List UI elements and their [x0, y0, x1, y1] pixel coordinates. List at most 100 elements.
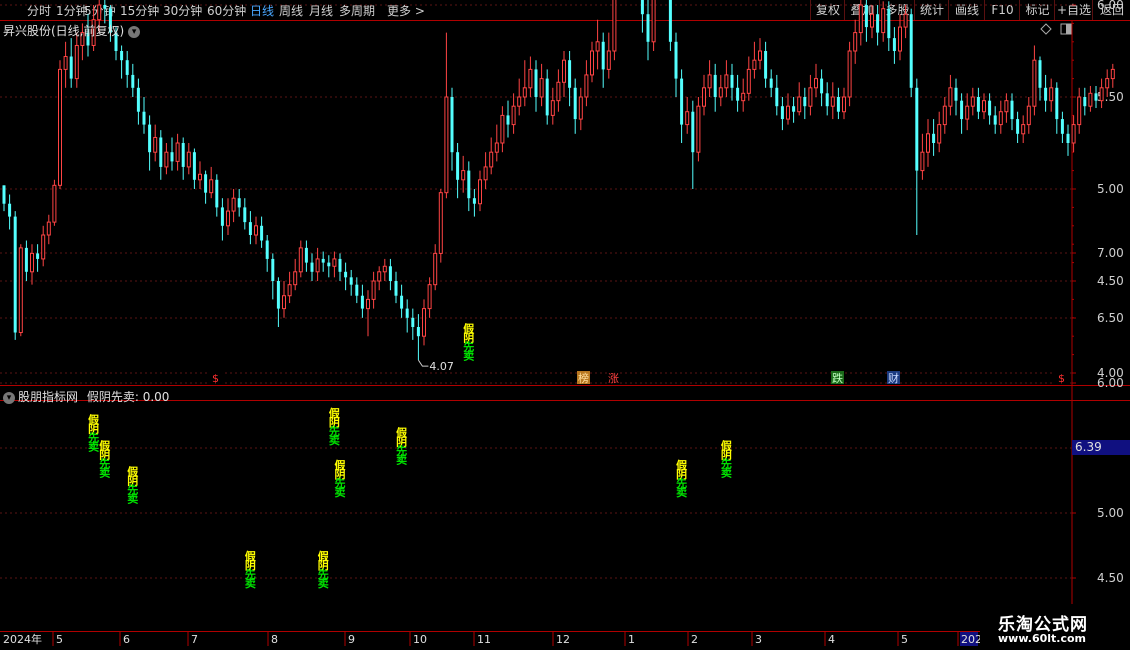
candle-body: [287, 284, 292, 297]
candle-body: [472, 198, 476, 204]
candle: [461, 155, 466, 193]
candle-body: [382, 265, 387, 273]
diamond-icon[interactable]: [1040, 23, 1052, 35]
candle-body: [148, 124, 152, 153]
candle: [825, 82, 829, 116]
candle: [427, 277, 432, 318]
candle-body: [1071, 124, 1076, 144]
candle-body: [1004, 100, 1009, 113]
candles: [2, 0, 1115, 361]
candle-body: [612, 0, 617, 52]
candle-body: [1038, 60, 1042, 88]
candle: [780, 97, 784, 131]
candle: [411, 308, 415, 340]
sub-y-tick-label: 6.50: [1097, 311, 1124, 325]
candle: [578, 87, 583, 131]
candle: [321, 251, 325, 272]
event-marker[interactable]: $: [1055, 371, 1068, 385]
candle: [125, 51, 129, 88]
event-marker-text: $: [212, 372, 219, 385]
candle-body: [506, 115, 510, 125]
signal-char: 卖: [245, 576, 256, 590]
candle-body: [932, 133, 936, 143]
candle: [915, 78, 919, 235]
candle-body: [103, 5, 107, 9]
candle: [545, 69, 549, 125]
candle-body: [847, 50, 852, 98]
candle-body: [601, 41, 605, 70]
x-axis-label: 1: [628, 633, 635, 646]
event-marker[interactable]: 榜: [577, 371, 590, 385]
title-dropdown-icon[interactable]: ▾: [128, 25, 141, 38]
x-axis-label: 4: [828, 633, 835, 646]
x-axis-label: 10: [413, 633, 427, 646]
indicator-label: 假阴先卖:: [86, 390, 139, 404]
candle-body: [876, 14, 880, 33]
candle: [803, 87, 807, 120]
candle: [1110, 63, 1115, 88]
x-axis-label: 5: [56, 633, 63, 646]
candle-body: [976, 97, 980, 112]
candle: [606, 32, 611, 79]
candle-body: [758, 50, 762, 61]
candle: [511, 93, 516, 134]
panel-toggle-icon[interactable]: [1060, 23, 1072, 35]
candle-body: [332, 258, 337, 267]
candle-body: [298, 247, 303, 273]
candle: [2, 185, 6, 212]
candle-body: [1032, 59, 1037, 107]
event-marker[interactable]: $: [209, 371, 222, 385]
candle-body: [1088, 92, 1093, 107]
event-marker[interactable]: 涨: [607, 371, 620, 385]
candle: [338, 253, 342, 281]
event-marker[interactable]: 跌: [831, 371, 844, 385]
candle: [988, 93, 992, 125]
candle-body: [842, 96, 846, 113]
candle-body: [887, 8, 891, 39]
signals: 假阴先卖 假阴先卖 假阴先卖假阴先卖假阴先卖假阴先卖假阴先卖假阴先卖假阴先卖假阴先卖…: [88, 322, 733, 591]
candle: [388, 258, 392, 291]
candle-body: [226, 210, 230, 227]
candle-body: [310, 262, 314, 272]
sub-y-tick-label: 5.00: [1097, 506, 1124, 520]
candle-body: [30, 252, 34, 273]
candle-body: [948, 87, 953, 107]
candle: [741, 78, 746, 112]
candle: [293, 258, 298, 291]
candle-body: [1049, 87, 1054, 102]
candle-body: [237, 198, 241, 208]
candle: [405, 299, 409, 333]
candle-body: [377, 271, 382, 282]
candle-body: [746, 68, 751, 94]
x-axis-label: 202: [961, 633, 982, 646]
candle: [142, 97, 146, 134]
candle-body: [1094, 93, 1098, 101]
candle: [948, 74, 953, 116]
candle-body: [534, 69, 538, 97]
event-marker[interactable]: 财: [887, 371, 900, 385]
candle: [730, 63, 734, 101]
candle-body: [52, 184, 57, 223]
candle-body: [1010, 100, 1014, 120]
signal-char: 卖: [88, 440, 99, 454]
candle-body: [467, 170, 471, 199]
main-panel-title[interactable]: 昇兴股份(日线,前复权) ▾: [3, 22, 141, 39]
candle: [836, 87, 840, 120]
sub-panel-title[interactable]: ▾ 股朋指标网 假阴先卖: 0.00: [3, 388, 169, 405]
candle: [674, 32, 678, 97]
candle-body: [366, 298, 370, 310]
candle-body: [752, 59, 757, 70]
candle: [976, 87, 980, 120]
candle-body: [858, 4, 863, 34]
candle-body: [416, 327, 420, 337]
candle-body: [680, 78, 684, 125]
candle-body: [517, 96, 522, 107]
indicator-dropdown-icon[interactable]: ▾: [3, 391, 15, 404]
candle: [736, 74, 740, 112]
candle-body: [24, 247, 28, 272]
signal-char: 卖: [676, 485, 687, 499]
sub-y-tick-label: 7.00: [1097, 246, 1124, 260]
candle: [472, 189, 476, 217]
candle-body: [685, 111, 690, 126]
candle-body: [41, 234, 46, 260]
